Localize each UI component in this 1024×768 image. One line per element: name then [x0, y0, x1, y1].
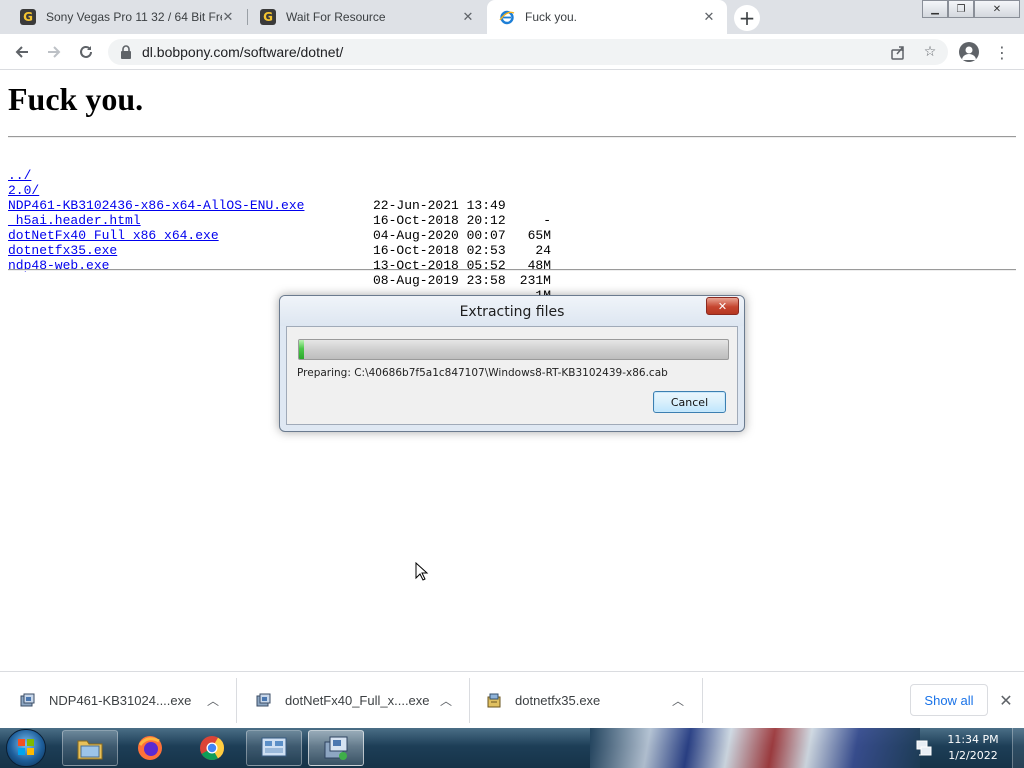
download-item[interactable]: dotNetFx40_Full_x....exe ︿: [236, 678, 469, 723]
close-tab-icon[interactable]: ✕: [460, 9, 476, 25]
listing-row: 2.0/ 22-Jun-2021 13:49 -: [8, 168, 568, 228]
close-shelf-icon[interactable]: ✕: [996, 690, 1016, 710]
download-name: dotNetFx40_Full_x....exe: [285, 693, 430, 708]
browser-toolbar: dl.bobpony.com/software/dotnet/ ☆ ⋮: [0, 34, 1024, 70]
more-menu-icon[interactable]: ⋮: [994, 42, 1010, 62]
installer-icon: [256, 693, 272, 709]
minimize-icon[interactable]: ▁: [922, 0, 948, 18]
listing-row: ../: [8, 153, 568, 183]
page-heading: Fuck you.: [8, 81, 144, 117]
mouse-cursor-icon: [415, 561, 429, 582]
download-name: dotnetfx35.exe: [515, 693, 601, 708]
tab-strip: G Sony Vegas Pro 11 32 / 64 Bit Fre ✕ G …: [0, 0, 1024, 34]
tab-wait-for-resource[interactable]: G Wait For Resource ✕: [248, 0, 486, 34]
file-listing: ../ 2.0/ 22-Jun-2021 13:49 - NDP461-KB31…: [8, 153, 568, 303]
chevron-up-icon[interactable]: ︿: [670, 692, 686, 708]
tab-title: Fuck you.: [525, 10, 578, 24]
show-all-button[interactable]: Show all: [910, 684, 988, 716]
chevron-up-icon[interactable]: ︿: [438, 692, 454, 708]
download-item[interactable]: NDP461-KB31024....exe ︿: [0, 678, 236, 723]
tab-sony-vegas[interactable]: G Sony Vegas Pro 11 32 / 64 Bit Fre ✕: [8, 0, 246, 34]
divider: [8, 269, 1016, 271]
chrome-taskbar-icon[interactable]: [184, 730, 240, 766]
progress-bar: [298, 339, 729, 360]
restore-icon[interactable]: ❐: [948, 0, 974, 18]
status-text: Preparing: C:\40686b7f5a1c847107\Windows…: [297, 367, 668, 379]
installer-icon: [486, 693, 502, 709]
cancel-button[interactable]: Cancel: [653, 391, 726, 413]
close-tab-icon[interactable]: ✕: [220, 9, 236, 25]
download-shelf: NDP461-KB31024....exe ︿ dotNetFx40_Full_…: [0, 671, 1024, 728]
window-close-icon[interactable]: ✕: [974, 0, 1020, 18]
tab-title: Sony Vegas Pro 11 32 / 64 Bit Fre: [46, 10, 222, 24]
tab-favicon-g-icon: G: [20, 9, 36, 25]
download-item[interactable]: dotnetfx35.exe ︿: [466, 678, 702, 723]
dialog-title: Extracting files: [459, 304, 565, 320]
listing-row: _h5ai.header.html 04-Aug-2020 00:07 24: [8, 198, 568, 258]
show-desktop-button[interactable]: [1012, 728, 1024, 768]
forward-arrow-icon[interactable]: [40, 38, 68, 66]
chevron-up-icon[interactable]: ︿: [205, 692, 221, 708]
ie-icon: [499, 9, 515, 25]
tab-favicon-g-icon: G: [260, 9, 276, 25]
download-name: NDP461-KB31024....exe: [49, 693, 192, 708]
dialog-body: Preparing: C:\40686b7f5a1c847107\Windows…: [286, 326, 738, 425]
installer-icon: [20, 693, 36, 709]
listing-row: dotnetfx35.exe 13-Oct-2018 05:52 231M: [8, 228, 568, 288]
profile-avatar-icon[interactable]: [959, 42, 979, 62]
clock-time: 11:34 PM: [947, 733, 999, 746]
listing-row: ndp48-web.exe 08-Aug-2019 23:58 1M: [8, 243, 568, 303]
listing-row: dotNetFx40_Full_x86_x64.exe 16-Oct-2018 …: [8, 213, 568, 273]
dialog-close-icon[interactable]: ✕: [706, 297, 739, 315]
start-button[interactable]: [6, 729, 46, 767]
tab-active[interactable]: Fuck you. ✕: [487, 0, 727, 34]
wallpaper-background: [590, 728, 920, 768]
bookmark-star-icon[interactable]: ☆: [920, 43, 940, 61]
reload-icon[interactable]: [72, 38, 100, 66]
shelf-divider: [702, 678, 703, 723]
system-clock[interactable]: 11:34 PM 1/2/2022: [940, 732, 1006, 764]
lock-icon[interactable]: [120, 45, 132, 59]
new-tab-button[interactable]: +: [734, 5, 760, 31]
close-tab-icon[interactable]: ✕: [701, 9, 717, 25]
back-arrow-icon[interactable]: [8, 38, 36, 66]
file-date: 08-Aug-2019 23:58: [373, 273, 506, 288]
file-explorer-taskbar-icon[interactable]: [62, 730, 118, 766]
listing-row: NDP461-KB3102436-x86-x64-AllOS-ENU.exe 1…: [8, 183, 568, 243]
tab-title: Wait For Resource: [286, 10, 386, 24]
extracting-dialog: Extracting files ✕ Preparing: C:\40686b7…: [279, 295, 745, 432]
taskbar: 11:34 PM 1/2/2022: [0, 728, 1024, 768]
url-text[interactable]: dl.bobpony.com/software/dotnet/: [142, 44, 343, 60]
divider: [8, 136, 1016, 138]
share-icon[interactable]: [888, 43, 908, 61]
progress-fill: [299, 340, 305, 359]
clock-date: 1/2/2022: [948, 749, 998, 762]
installer-taskbar-icon[interactable]: [308, 730, 364, 766]
network-icon[interactable]: [915, 739, 933, 757]
firefox-taskbar-icon[interactable]: [122, 730, 178, 766]
control-panel-taskbar-icon[interactable]: [246, 730, 302, 766]
address-bar[interactable]: dl.bobpony.com/software/dotnet/ ☆: [108, 39, 948, 65]
